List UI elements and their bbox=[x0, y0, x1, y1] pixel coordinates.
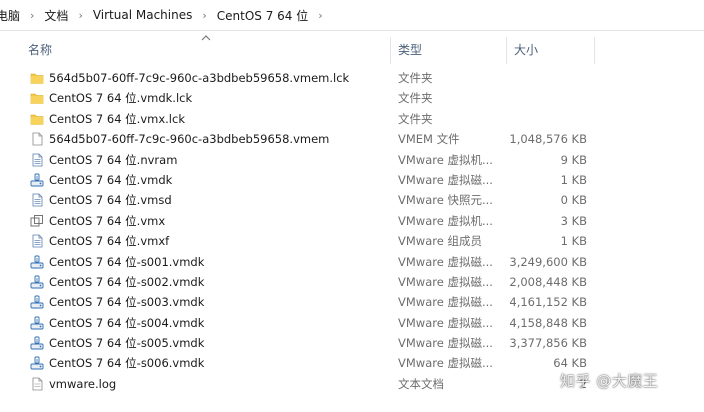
file-row[interactable]: CentOS 7 64 位.vmdk VMware 虚拟磁... 1 KB bbox=[0, 170, 704, 190]
file-name: CentOS 7 64 位-s004.vmdk bbox=[49, 315, 205, 330]
file-row[interactable]: 564d5b07-60ff-7c9c-960c-a3bdbeb59658.vme… bbox=[0, 68, 704, 88]
file-row[interactable]: CentOS 7 64 位.vmx VMware 虚拟机... 3 KB bbox=[0, 211, 704, 231]
file-name: CentOS 7 64 位-s006.vmdk bbox=[49, 356, 205, 371]
disk-icon bbox=[30, 275, 44, 289]
disk-icon bbox=[30, 255, 44, 269]
file-type: VMware 虚拟磁... bbox=[398, 274, 493, 289]
column-header-bar: 名称 类型 大小 bbox=[0, 31, 704, 64]
file-row[interactable]: CentOS 7 64 位-s004.vmdk VMware 虚拟磁... 4,15… bbox=[0, 313, 704, 333]
sort-ascending-icon bbox=[201, 33, 211, 44]
file-type: VMware 虚拟磁... bbox=[398, 336, 493, 351]
file-name: CentOS 7 64 位-s002.vmdk bbox=[49, 274, 205, 289]
file-name: CentOS 7 64 位.vmdk.lck bbox=[49, 91, 193, 106]
file-size: 4,158,848 KB bbox=[509, 315, 587, 330]
file-name: CentOS 7 64 位.vmsd bbox=[49, 193, 172, 208]
blank-file-icon bbox=[30, 132, 44, 146]
file-name: CentOS 7 64 位.vmx.lck bbox=[49, 111, 185, 126]
file-size: 0 KB bbox=[560, 193, 587, 208]
breadcrumb-item-documents[interactable]: 文档 bbox=[42, 7, 70, 24]
disk-icon bbox=[30, 356, 44, 370]
chevron-right-icon[interactable]: › bbox=[78, 9, 82, 22]
breadcrumb-item-computer[interactable]: 电脑 bbox=[0, 7, 22, 24]
file-row[interactable]: CentOS 7 64 位-s003.vmdk VMware 虚拟磁... 4,16… bbox=[0, 292, 704, 312]
disk-icon bbox=[30, 295, 44, 309]
file-size: 3 KB bbox=[560, 213, 587, 228]
file-type: VMware 虚拟磁... bbox=[398, 315, 493, 330]
file-type: VMware 快照元... bbox=[398, 193, 493, 208]
file-list: 564d5b07-60ff-7c9c-960c-a3bdbeb59658.vme… bbox=[0, 68, 704, 394]
file-type: VMware 虚拟机... bbox=[398, 213, 493, 228]
column-header-size[interactable]: 大小 bbox=[514, 31, 538, 64]
column-divider[interactable] bbox=[594, 37, 595, 64]
file-type: VMware 虚拟磁... bbox=[398, 172, 493, 187]
file-size: 4,161,152 KB bbox=[509, 295, 587, 310]
file-name: CentOS 7 64 位-s003.vmdk bbox=[49, 295, 205, 310]
file-name: CentOS 7 64 位.vmx bbox=[49, 213, 166, 228]
text-file-icon bbox=[30, 193, 44, 207]
file-name: CentOS 7 64 位-s005.vmdk bbox=[49, 336, 205, 351]
file-row[interactable]: CentOS 7 64 位-s002.vmdk VMware 虚拟磁... 2,00… bbox=[0, 272, 704, 292]
folder-icon bbox=[30, 91, 44, 105]
disk-icon bbox=[30, 316, 44, 330]
chevron-right-icon[interactable]: › bbox=[318, 9, 322, 22]
file-row[interactable]: CentOS 7 64 位.vmxf VMware 组成员 1 KB bbox=[0, 231, 704, 251]
file-name: CentOS 7 64 位.nvram bbox=[49, 152, 178, 167]
file-type: VMware 虚拟磁... bbox=[398, 356, 493, 371]
chevron-right-icon[interactable]: › bbox=[202, 9, 206, 22]
file-name: CentOS 7 64 位-s001.vmdk bbox=[49, 254, 205, 269]
file-name: CentOS 7 64 位.vmxf bbox=[49, 234, 170, 249]
file-name: 564d5b07-60ff-7c9c-960c-a3bdbeb59658.vme… bbox=[49, 71, 350, 85]
file-row[interactable]: CentOS 7 64 位-s005.vmdk VMware 虚拟磁... 3,37… bbox=[0, 333, 704, 353]
file-type: 文件夹 bbox=[398, 71, 433, 85]
file-row[interactable]: CentOS 7 64 位-s001.vmdk VMware 虚拟磁... 3,24… bbox=[0, 252, 704, 272]
breadcrumb-item-centos[interactable]: CentOS 7 64 位 bbox=[215, 7, 310, 24]
vmx-icon bbox=[30, 214, 44, 228]
disk-icon bbox=[30, 336, 44, 350]
file-type: VMware 虚拟机... bbox=[398, 152, 493, 167]
column-divider[interactable] bbox=[506, 37, 507, 64]
file-size: 9 KB bbox=[560, 152, 587, 167]
file-row[interactable]: 564d5b07-60ff-7c9c-960c-a3bdbeb59658.vme… bbox=[0, 129, 704, 149]
column-divider[interactable] bbox=[390, 37, 391, 64]
disk-icon bbox=[30, 173, 44, 187]
file-type: VMware 虚拟磁... bbox=[398, 254, 493, 269]
file-name: CentOS 7 64 位.vmdk bbox=[49, 172, 173, 187]
file-type: 文件夹 bbox=[398, 111, 433, 126]
chevron-right-icon[interactable]: › bbox=[30, 9, 34, 22]
file-size: 3,249,600 KB bbox=[509, 254, 587, 269]
file-type: 文本文档 bbox=[398, 376, 444, 391]
file-type: 文件夹 bbox=[398, 91, 433, 106]
file-size: 1 KB bbox=[560, 172, 587, 187]
column-header-type[interactable]: 类型 bbox=[398, 31, 422, 64]
file-type: VMware 组成员 bbox=[398, 234, 482, 249]
file-size: 3,377,856 KB bbox=[509, 336, 587, 351]
file-row[interactable]: CentOS 7 64 位.vmx.lck 文件夹 bbox=[0, 109, 704, 129]
file-size: 1,048,576 KB bbox=[509, 132, 587, 147]
file-row[interactable]: CentOS 7 64 位.vmsd VMware 快照元... 0 KB bbox=[0, 190, 704, 210]
file-type: VMEM 文件 bbox=[398, 132, 460, 147]
text-file-icon bbox=[30, 234, 44, 248]
log-file-icon bbox=[30, 377, 44, 391]
breadcrumb-item-virtual-machines[interactable]: Virtual Machines bbox=[91, 8, 195, 22]
file-size: 2,008,448 KB bbox=[509, 274, 587, 289]
text-file-icon bbox=[30, 153, 44, 167]
breadcrumb: 电脑 › 文档 › Virtual Machines › CentOS 7 64… bbox=[0, 0, 704, 31]
folder-icon bbox=[30, 71, 44, 85]
file-name: 564d5b07-60ff-7c9c-960c-a3bdbeb59658.vme… bbox=[49, 132, 330, 147]
file-name: vmware.log bbox=[49, 376, 117, 391]
watermark: 知乎 @大魔王 bbox=[560, 372, 659, 390]
file-size: 1 KB bbox=[560, 234, 587, 249]
column-header-name[interactable]: 名称 bbox=[28, 31, 52, 64]
folder-icon bbox=[30, 112, 44, 126]
file-type: VMware 虚拟磁... bbox=[398, 295, 493, 310]
file-row[interactable]: CentOS 7 64 位.nvram VMware 虚拟机... 9 KB bbox=[0, 150, 704, 170]
file-row[interactable]: CentOS 7 64 位.vmdk.lck 文件夹 bbox=[0, 88, 704, 108]
